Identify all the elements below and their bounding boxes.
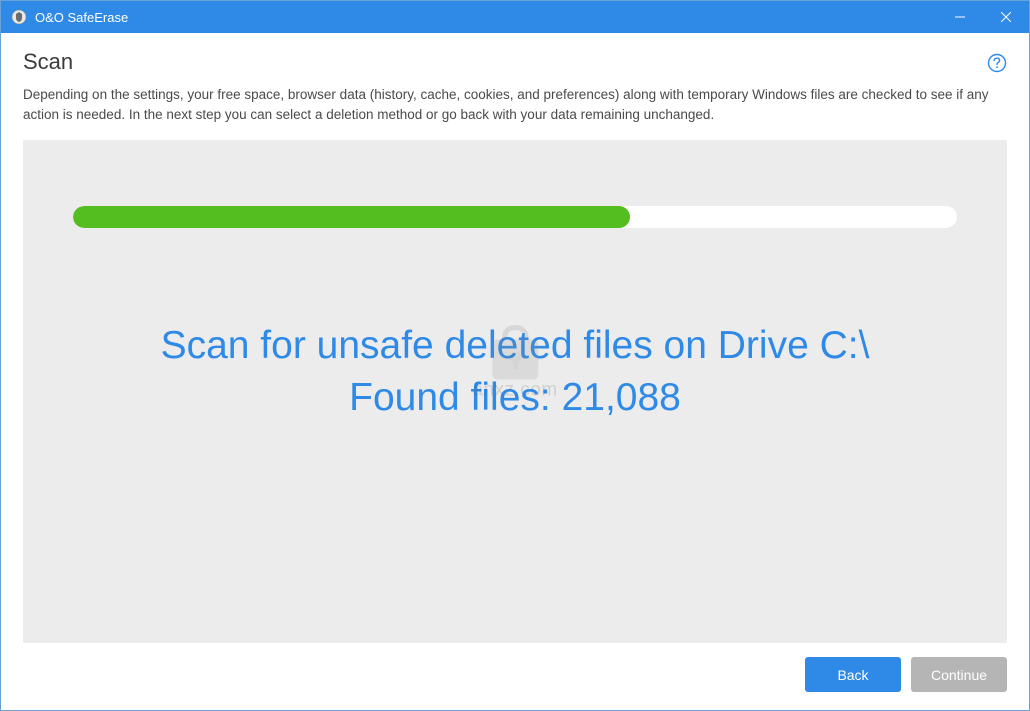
header-row: Scan [23, 49, 1007, 85]
minimize-button[interactable] [937, 1, 983, 33]
window-title: O&O SafeErase [35, 10, 128, 25]
progress-bar [73, 206, 957, 228]
content-area: Scan Depending on the settings, your fre… [1, 33, 1029, 710]
close-button[interactable] [983, 1, 1029, 33]
status-area: anxz.com Scan for unsafe deleted files o… [53, 320, 977, 425]
progress-fill [73, 206, 630, 228]
status-line-1: Scan for unsafe deleted files on Drive C… [53, 320, 977, 373]
app-window: O&O SafeErase Scan Dependi [0, 0, 1030, 711]
continue-button[interactable]: Continue [911, 657, 1007, 692]
footer: Back Continue [23, 657, 1007, 692]
titlebar: O&O SafeErase [1, 1, 1029, 33]
back-button[interactable]: Back [805, 657, 901, 692]
help-icon [987, 53, 1007, 73]
page-title: Scan [23, 49, 73, 75]
minimize-icon [955, 12, 965, 22]
status-line-2: Found files: 21,088 [53, 372, 977, 425]
app-icon [11, 9, 27, 25]
close-icon [1001, 12, 1011, 22]
main-panel: anxz.com Scan for unsafe deleted files o… [23, 140, 1007, 644]
help-button[interactable] [987, 53, 1007, 78]
page-description: Depending on the settings, your free spa… [23, 85, 1007, 126]
